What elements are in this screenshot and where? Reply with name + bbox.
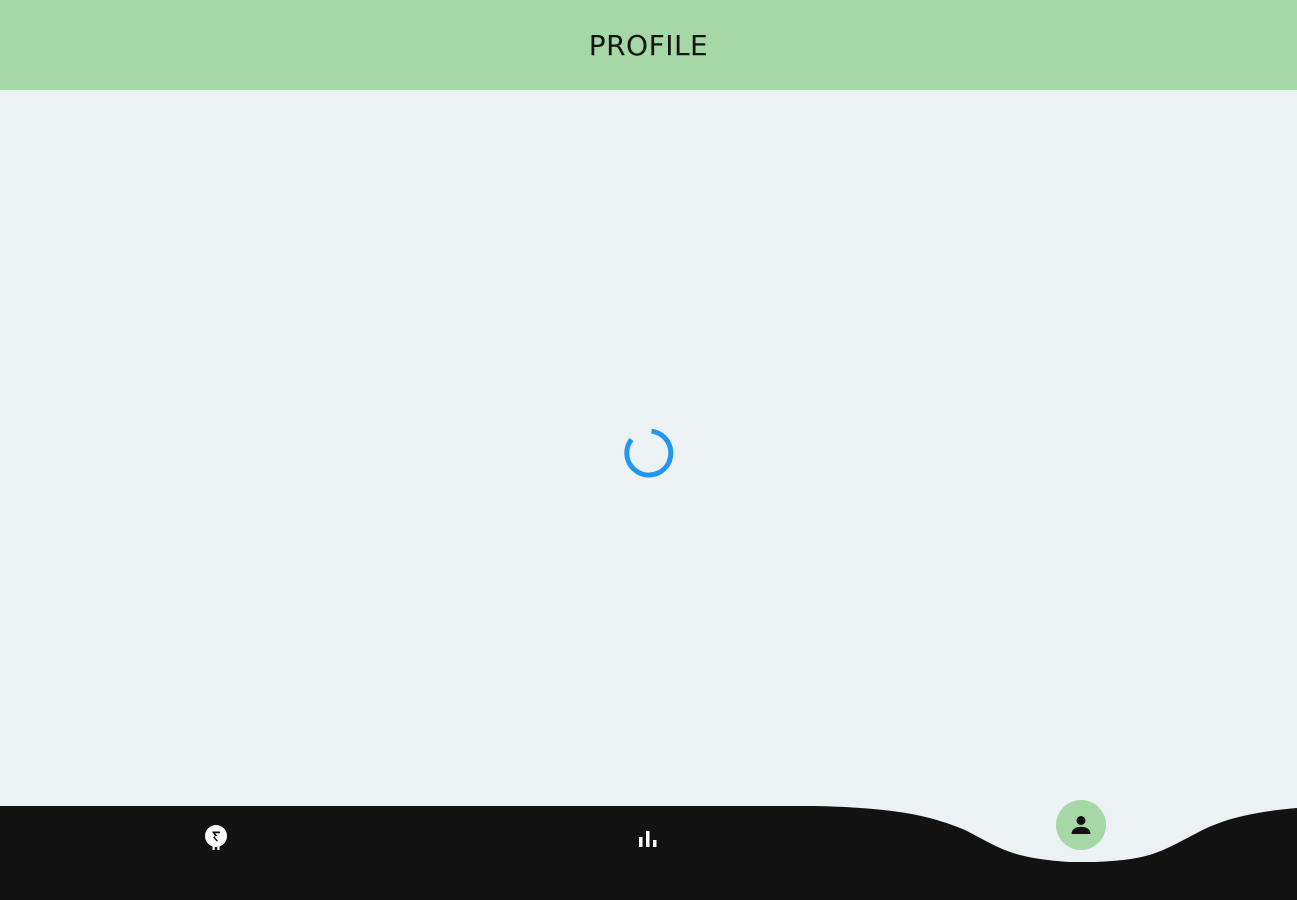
bar-chart-icon [639, 831, 657, 847]
bottom-navigation-bar [0, 790, 1297, 900]
nav-item-home[interactable] [196, 823, 236, 855]
app-bar: PROFILE [0, 0, 1297, 90]
person-icon [1071, 816, 1091, 834]
nav-item-stats[interactable] [628, 823, 668, 855]
coin-pin-icon [205, 825, 227, 850]
loading-spinner [624, 428, 674, 478]
nav-item-profile[interactable] [1056, 800, 1106, 850]
page-title: PROFILE [588, 28, 709, 62]
